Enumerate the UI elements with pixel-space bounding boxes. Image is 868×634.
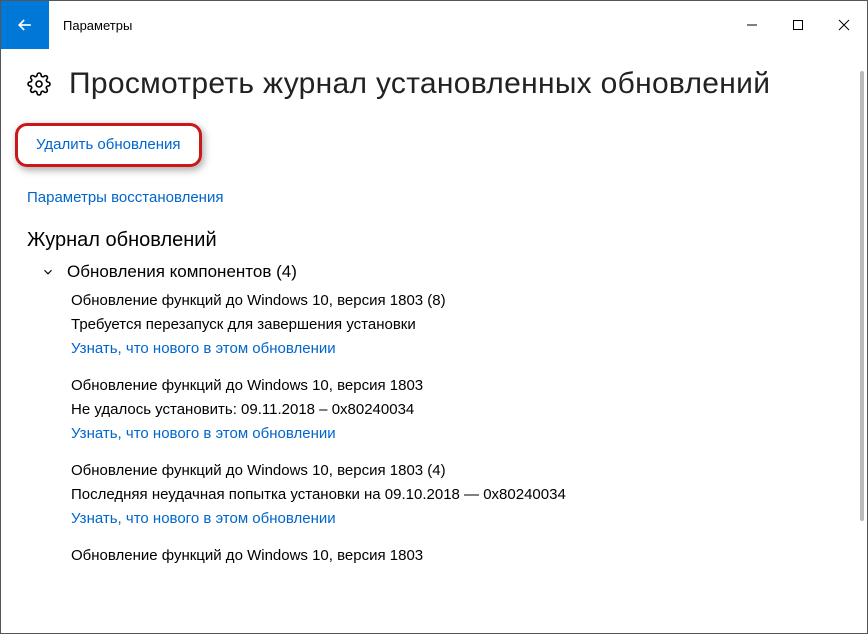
window-controls <box>729 1 867 49</box>
close-icon <box>838 19 850 31</box>
update-title: Обновление функций до Windows 10, версия… <box>71 377 841 394</box>
content-area: Просмотреть журнал установленных обновле… <box>1 49 867 564</box>
update-title: Обновление функций до Windows 10, версия… <box>71 462 841 479</box>
uninstall-link-wrapper: Удалить обновления <box>27 123 841 175</box>
back-button[interactable] <box>1 1 49 49</box>
update-status: Не удалось установить: 09.11.2018 – 0x80… <box>71 401 841 418</box>
arrow-left-icon <box>15 15 35 35</box>
whats-new-link[interactable]: Узнать, что нового в этом обновлении <box>71 425 841 442</box>
scrollbar-thumb[interactable] <box>860 71 864 521</box>
update-entry: Обновление функций до Windows 10, версия… <box>71 377 841 442</box>
component-updates-group[interactable]: Обновления компонентов (4) <box>39 262 841 282</box>
minimize-button[interactable] <box>729 9 775 41</box>
uninstall-updates-link[interactable]: Удалить обновления <box>36 136 181 153</box>
update-status: Требуется перезапуск для завершения уста… <box>71 316 841 333</box>
whats-new-link[interactable]: Узнать, что нового в этом обновлении <box>71 510 841 527</box>
highlight-annotation: Удалить обновления <box>15 123 202 167</box>
close-button[interactable] <box>821 9 867 41</box>
scrollbar[interactable] <box>859 51 865 611</box>
update-status: Последняя неудачная попытка установки на… <box>71 486 841 503</box>
titlebar: Параметры <box>1 1 867 49</box>
minimize-icon <box>746 19 758 31</box>
whats-new-link[interactable]: Узнать, что нового в этом обновлении <box>71 340 841 357</box>
update-entry: Обновление функций до Windows 10, версия… <box>71 547 841 564</box>
maximize-icon <box>792 19 804 31</box>
page-header: Просмотреть журнал установленных обновле… <box>27 67 841 101</box>
recovery-link-wrapper: Параметры восстановления <box>27 189 841 207</box>
page-title: Просмотреть журнал установленных обновле… <box>69 67 770 101</box>
recovery-options-link[interactable]: Параметры восстановления <box>27 189 223 206</box>
update-title: Обновление функций до Windows 10, версия… <box>71 292 841 309</box>
update-entry: Обновление функций до Windows 10, версия… <box>71 292 841 357</box>
gear-icon <box>27 72 51 96</box>
maximize-button[interactable] <box>775 9 821 41</box>
chevron-down-icon <box>39 265 57 279</box>
history-heading: Журнал обновлений <box>27 229 841 252</box>
update-entry: Обновление функций до Windows 10, версия… <box>71 462 841 527</box>
update-title: Обновление функций до Windows 10, версия… <box>71 547 841 564</box>
window-title: Параметры <box>63 18 132 33</box>
group-label: Обновления компонентов (4) <box>67 262 297 282</box>
